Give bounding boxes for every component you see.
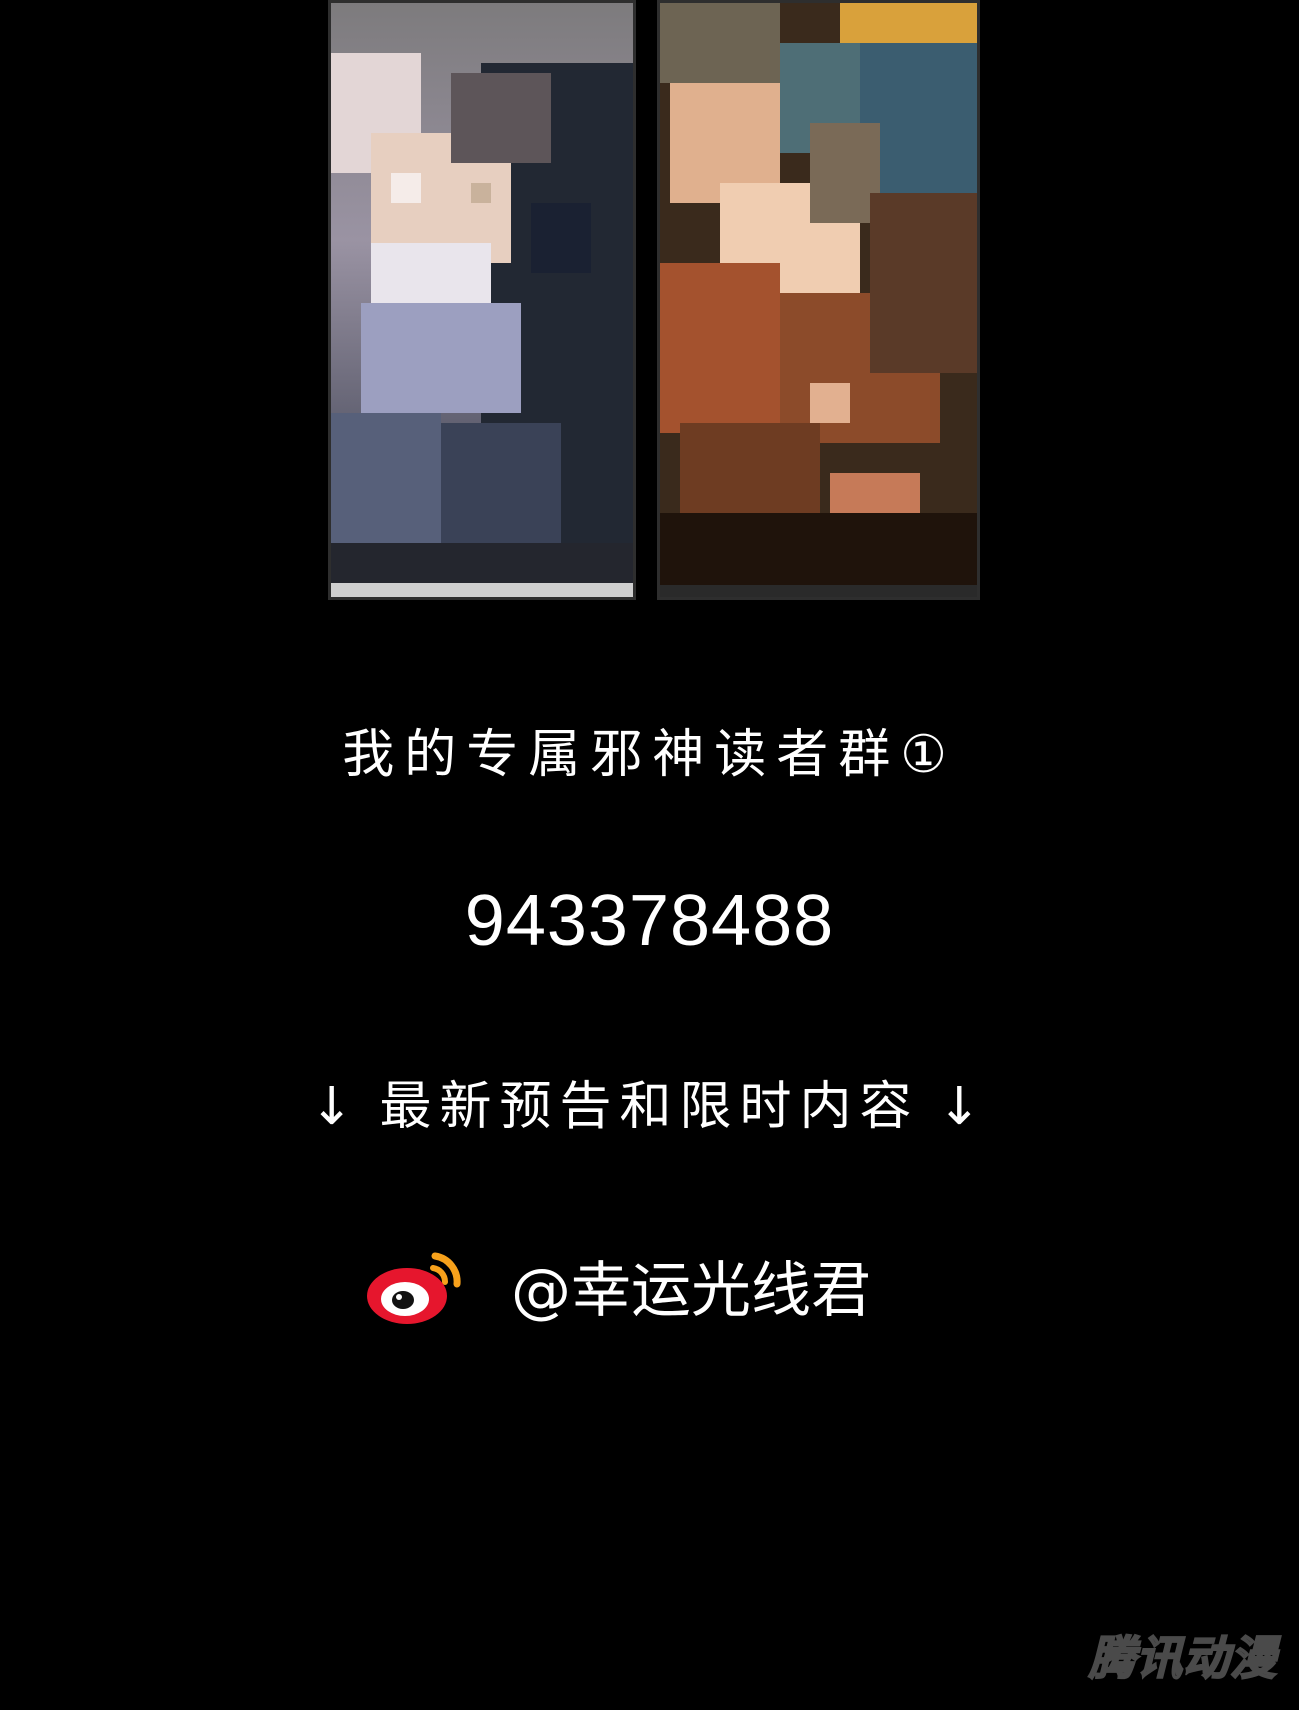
notice-line: ↓ 最新预告和限时内容 ↓: [0, 1064, 1299, 1139]
weibo-account[interactable]: @幸运光线君: [365, 1240, 871, 1330]
watermark-logo: 腾讯动漫: [1088, 1630, 1277, 1686]
pixelated-image-right: [657, 0, 980, 600]
reader-group-number: 943378488: [464, 881, 835, 961]
weibo-icon: [367, 1252, 461, 1324]
down-arrow-icon: ↓: [309, 1077, 362, 1137]
weibo-handle[interactable]: @幸运光线君: [511, 1242, 871, 1329]
notice-text: 最新预告和限时内容: [379, 1077, 920, 1137]
down-arrow-icon: ↓: [937, 1077, 990, 1137]
mosaic-portrait-left: [331, 3, 633, 597]
pixelated-image-left: [328, 0, 636, 600]
reader-group-title: 我的专属邪神读者群①: [342, 725, 957, 785]
mosaic-portrait-right: [660, 3, 977, 597]
